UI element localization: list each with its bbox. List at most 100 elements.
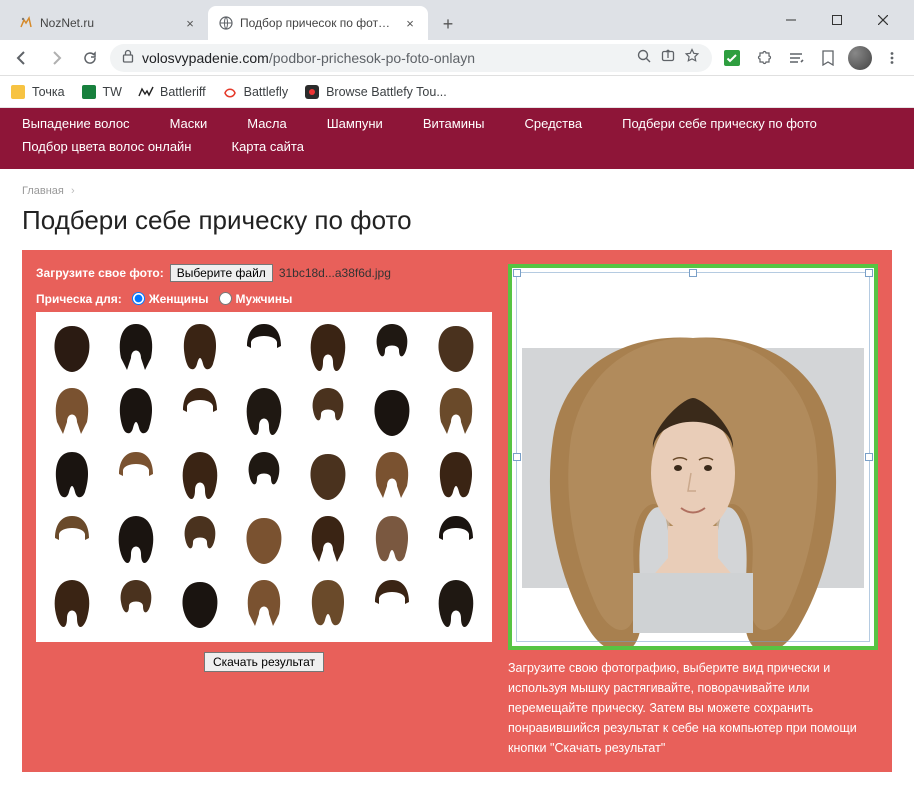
resize-handle[interactable]	[865, 453, 873, 461]
hairstyle-option[interactable]	[106, 638, 166, 642]
hairstyle-option[interactable]	[106, 382, 166, 440]
hairstyle-option[interactable]	[170, 318, 230, 376]
choose-file-button[interactable]: Выберите файл	[170, 264, 273, 282]
resize-handle[interactable]	[513, 269, 521, 277]
hairstyle-option[interactable]	[42, 382, 102, 440]
resize-handle[interactable]	[689, 269, 697, 277]
hairstyle-option[interactable]	[362, 510, 422, 568]
hairstyle-option[interactable]	[362, 638, 422, 642]
hairstyle-option[interactable]	[42, 446, 102, 504]
hairstyle-option[interactable]	[362, 318, 422, 376]
hairstyle-grid[interactable]	[36, 312, 492, 642]
tab-inactive[interactable]: NozNet.ru ×	[8, 6, 208, 40]
hairstyle-option[interactable]	[170, 510, 230, 568]
resize-handle[interactable]	[513, 453, 521, 461]
upload-row: Загрузите свое фото: Выберите файл 31bс1…	[36, 264, 492, 282]
hairstyle-option[interactable]	[42, 318, 102, 376]
browser-titlebar: NozNet.ru × Подбор причесок по фото онла…	[0, 0, 914, 40]
hairstyle-option[interactable]	[234, 638, 294, 642]
hairstyle-option[interactable]	[298, 510, 358, 568]
maximize-button[interactable]	[814, 0, 860, 40]
left-column: Загрузите свое фото: Выберите файл 31bс1…	[36, 264, 492, 758]
hairstyle-option[interactable]	[298, 382, 358, 440]
nav-link[interactable]: Карта сайта	[232, 135, 304, 158]
hairstyle-option[interactable]	[234, 510, 294, 568]
ext-puzzle-icon[interactable]	[750, 44, 778, 72]
hairstyle-option[interactable]	[426, 318, 486, 376]
ext-check-icon[interactable]	[718, 44, 746, 72]
nav-link[interactable]: Маски	[170, 112, 208, 135]
hairstyle-option[interactable]	[298, 318, 358, 376]
hairstyle-option[interactable]	[106, 574, 166, 632]
new-tab-button[interactable]: +	[434, 10, 462, 38]
nav-link[interactable]: Подбор цвета волос онлайн	[22, 135, 192, 158]
profile-avatar[interactable]	[846, 44, 874, 72]
menu-icon[interactable]	[878, 44, 906, 72]
hairstyle-option[interactable]	[106, 446, 166, 504]
page-title: Подбери себе прическу по фото	[22, 205, 892, 236]
hairstyle-option[interactable]	[298, 574, 358, 632]
hairstyle-option[interactable]	[42, 638, 102, 642]
download-button[interactable]: Скачать результат	[204, 652, 324, 672]
hairstyle-option[interactable]	[234, 574, 294, 632]
hairstyle-option[interactable]	[362, 574, 422, 632]
resize-handle[interactable]	[865, 269, 873, 277]
nav-link[interactable]: Подбери себе прическу по фото	[622, 112, 817, 135]
hairstyle-option[interactable]	[426, 382, 486, 440]
hairstyle-option[interactable]	[234, 382, 294, 440]
hairstyle-option[interactable]	[170, 638, 230, 642]
bookmark-item[interactable]: Точка	[10, 84, 65, 100]
hairstyle-option[interactable]	[426, 638, 486, 642]
reload-button[interactable]	[76, 44, 104, 72]
hairstyle-option[interactable]	[42, 510, 102, 568]
radio-women-label: Женщины	[149, 292, 209, 306]
star-icon[interactable]	[684, 48, 700, 67]
nav-link[interactable]: Выпадение волос	[22, 112, 130, 135]
bookmark-item[interactable]: TW	[81, 84, 122, 100]
bookmark-item[interactable]: Battleriff	[138, 84, 206, 100]
hairstyle-option[interactable]	[426, 446, 486, 504]
radio-men-label: Мужчины	[236, 292, 293, 306]
hairstyle-option[interactable]	[234, 318, 294, 376]
hairstyle-option[interactable]	[170, 574, 230, 632]
lock-icon	[122, 49, 134, 66]
tab-active[interactable]: Подбор причесок по фото онла ×	[208, 6, 428, 40]
bookmark-favicon	[304, 84, 320, 100]
hairstyle-option[interactable]	[362, 446, 422, 504]
close-icon[interactable]: ×	[402, 15, 418, 31]
hairstyle-option[interactable]	[106, 318, 166, 376]
hairstyle-option[interactable]	[426, 510, 486, 568]
hairstyle-option[interactable]	[170, 446, 230, 504]
hairstyle-option[interactable]	[298, 638, 358, 642]
hairstyle-option[interactable]	[170, 382, 230, 440]
breadcrumb-home[interactable]: Главная	[22, 185, 64, 197]
ext-list-icon[interactable]	[782, 44, 810, 72]
bookmark-item[interactable]: Battlefly	[222, 84, 288, 100]
minimize-button[interactable]	[768, 0, 814, 40]
hairstyle-option[interactable]	[234, 446, 294, 504]
nav-link[interactable]: Масла	[247, 112, 287, 135]
close-window-button[interactable]	[860, 0, 906, 40]
back-button[interactable]	[8, 44, 36, 72]
url-text: volosvypadenie.com/podbor-prichesok-po-f…	[142, 50, 628, 66]
hairstyle-option[interactable]	[106, 510, 166, 568]
radio-women[interactable]	[132, 292, 145, 305]
nav-link[interactable]: Средства	[525, 112, 583, 135]
nav-link[interactable]: Витамины	[423, 112, 485, 135]
bookmark-favicon	[222, 84, 238, 100]
search-icon[interactable]	[636, 48, 652, 67]
radio-men[interactable]	[219, 292, 232, 305]
hairstyle-option[interactable]	[42, 574, 102, 632]
bookmark-item[interactable]: Browse Battlefy Tou...	[304, 84, 447, 100]
ext-bookmark-icon[interactable]	[814, 44, 842, 72]
address-field[interactable]: volosvypadenie.com/podbor-prichesok-po-f…	[110, 44, 712, 72]
forward-button[interactable]	[42, 44, 70, 72]
hairstyle-option[interactable]	[298, 446, 358, 504]
nav-link[interactable]: Шампуни	[327, 112, 383, 135]
transform-box[interactable]	[516, 272, 870, 642]
close-icon[interactable]: ×	[182, 15, 198, 31]
hairstyle-option[interactable]	[362, 382, 422, 440]
share-icon[interactable]	[660, 48, 676, 67]
preview-canvas[interactable]	[508, 264, 878, 650]
hairstyle-option[interactable]	[426, 574, 486, 632]
